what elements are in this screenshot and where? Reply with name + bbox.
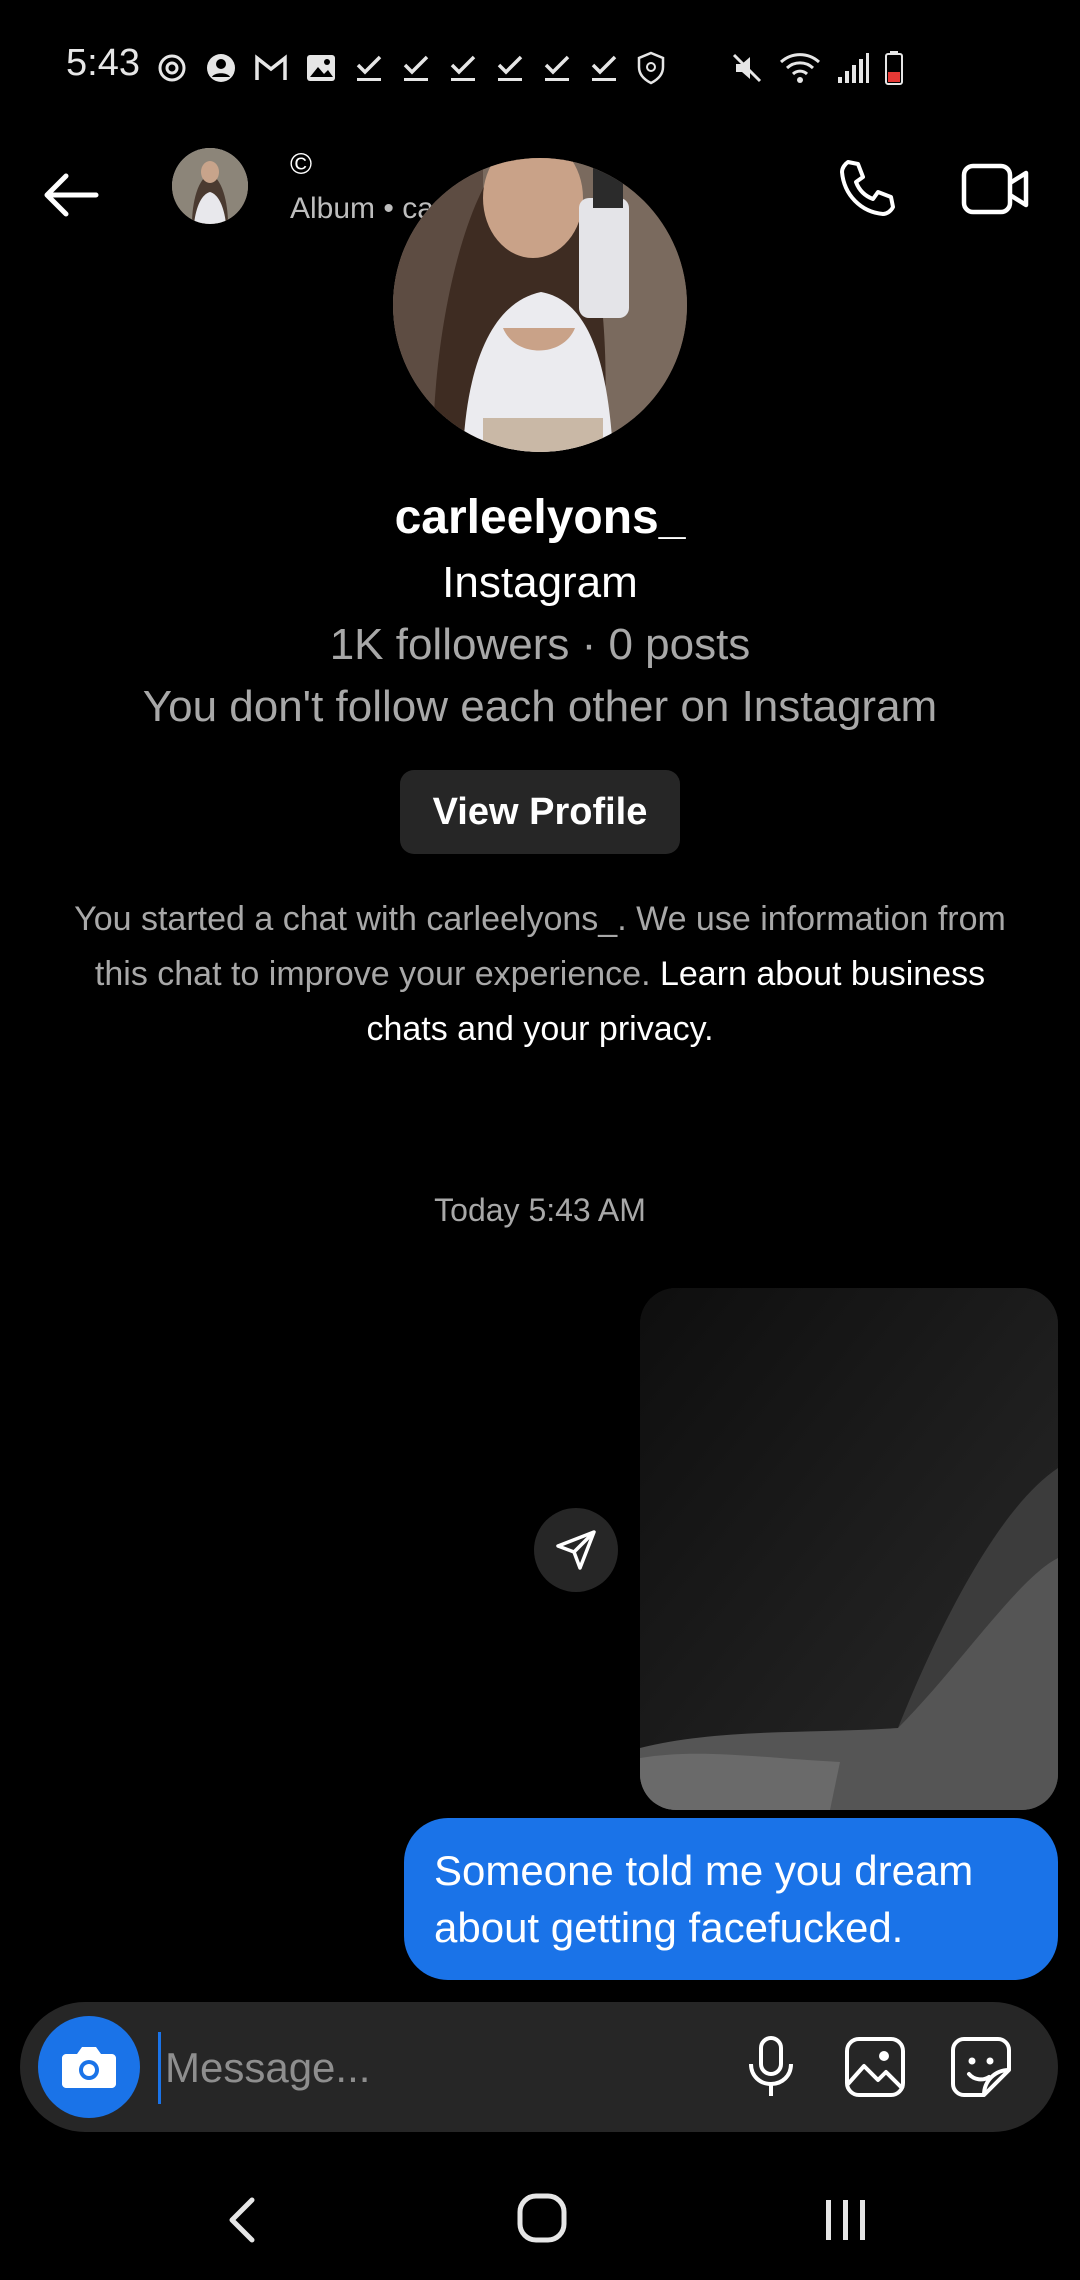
camera-button[interactable]: [38, 2016, 140, 2118]
voice-message-button[interactable]: [738, 2034, 804, 2100]
back-arrow-icon: [44, 173, 99, 217]
phone-icon: [840, 160, 895, 216]
nav-home-button[interactable]: [514, 2190, 570, 2246]
profile-platform: Instagram: [442, 558, 638, 607]
sync-icon: [158, 54, 186, 82]
gallery-icon: [845, 2037, 905, 2097]
share-button[interactable]: [534, 1508, 618, 1592]
profile-username: carleelyons_: [394, 491, 686, 544]
avatar-image: [172, 148, 248, 224]
status-bar: 5:43: [0, 0, 1080, 130]
gallery-icon: [307, 55, 335, 81]
microphone-icon: [749, 2036, 793, 2096]
avatar[interactable]: [172, 148, 248, 224]
chat-title[interactable]: ©: [290, 148, 312, 182]
account-icon: [207, 54, 235, 82]
message-input[interactable]: [158, 2032, 727, 2104]
gmail-icon: [255, 54, 287, 80]
privacy-note: You started a chat with carleelyons_. We…: [50, 892, 1030, 1057]
outgoing-message-bubble[interactable]: Someone told me you dream about getting …: [404, 1818, 1058, 1980]
mute-icon: [732, 53, 762, 83]
profile-stats: 1K followers · 0 posts: [329, 620, 751, 669]
view-profile-button[interactable]: View Profile: [400, 770, 680, 854]
check-icon: [356, 55, 382, 81]
send-icon: [556, 1530, 596, 1570]
sticker-icon: [951, 2037, 1011, 2097]
video-call-button[interactable]: [960, 156, 1032, 222]
status-time: 5:43: [66, 42, 140, 84]
voice-call-button[interactable]: [832, 154, 902, 224]
system-icons: [730, 48, 904, 88]
system-nav-bar: [0, 2160, 1080, 2280]
gallery-button[interactable]: [842, 2034, 908, 2100]
nav-back-icon: [229, 2197, 255, 2243]
check-icon: [591, 55, 617, 81]
nav-recents-button[interactable]: [818, 2192, 874, 2248]
check-icon: [450, 55, 476, 81]
nav-recents-icon: [826, 2200, 865, 2240]
check-icon: [403, 55, 429, 81]
camera-icon: [62, 2047, 116, 2088]
video-camera-icon: [961, 163, 1029, 215]
check-icon: [497, 55, 523, 81]
battery-low-icon: [885, 51, 903, 85]
shield-icon: [637, 51, 665, 85]
photo-message[interactable]: [640, 1288, 1058, 1810]
signal-icon: [838, 53, 869, 83]
instagram-dm-screen: 5:43 © Album • carleelyons_ Instagram 1K…: [0, 0, 1080, 2280]
check-icon: [544, 55, 570, 81]
back-button[interactable]: [36, 160, 106, 230]
profile-photo[interactable]: [393, 158, 687, 452]
nav-back-button[interactable]: [218, 2190, 268, 2250]
wifi-icon: [779, 53, 821, 83]
profile-photo-image: [393, 158, 687, 452]
sticker-button[interactable]: [948, 2034, 1014, 2100]
notification-icons: [156, 48, 666, 88]
follow-status: You don't follow each other on Instagram: [142, 682, 938, 731]
message-composer: [20, 2002, 1058, 2132]
photo-attachment: [640, 1288, 1058, 1810]
nav-home-icon: [517, 2193, 567, 2243]
message-timestamp: Today 5:43 AM: [434, 1192, 646, 1228]
